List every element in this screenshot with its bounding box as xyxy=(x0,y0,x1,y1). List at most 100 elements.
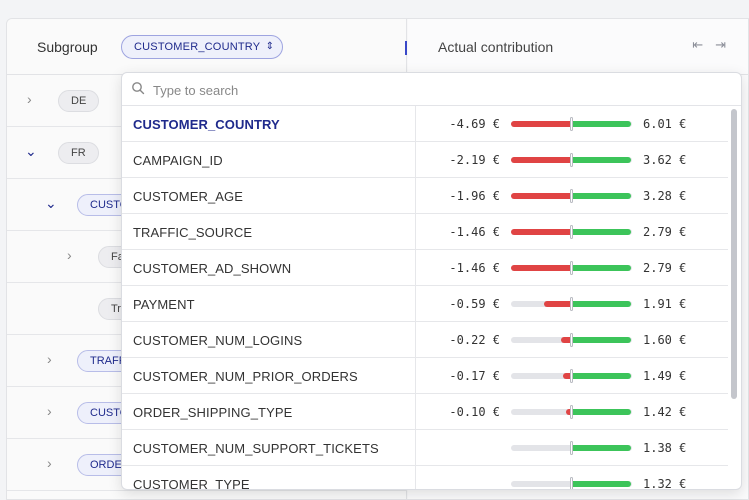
subgroup-dropdown: CUSTOMER_COUNTRY -4.69 € 6.01 € CAMPAIGN_ID… xyxy=(121,72,742,490)
column-divider xyxy=(415,178,416,214)
column-divider xyxy=(415,322,416,358)
option-item[interactable]: TRAFFIC_SOURCE -1.46 € 2.79 € xyxy=(122,214,728,250)
resize-handle[interactable] xyxy=(405,41,407,55)
option-item[interactable]: PAYMENT -0.59 € 1.91 € xyxy=(122,286,728,322)
chevron-down-icon[interactable]: ⌄ xyxy=(25,143,37,160)
positive-contribution: 3.62 € xyxy=(643,153,687,167)
column-divider xyxy=(415,142,416,178)
negative-bar-fill xyxy=(511,193,571,199)
chevron-right-icon[interactable]: › xyxy=(67,247,72,263)
chevron-down-icon[interactable]: ⌄ xyxy=(45,195,57,212)
expand-right-icon[interactable]: ⇥ xyxy=(715,37,726,53)
contribution-bar xyxy=(511,333,632,347)
option-name: CUSTOMER_AD_SHOWN xyxy=(133,261,292,276)
bar-zero-marker xyxy=(570,405,573,419)
bar-zero-marker xyxy=(570,153,573,167)
contribution-bar xyxy=(511,117,632,131)
subgroup-tag: DE xyxy=(58,90,100,112)
positive-bar-fill xyxy=(571,481,631,487)
option-item[interactable]: CUSTOMER_AD_SHOWN -1.46 € 2.79 € xyxy=(122,250,728,286)
search-bar xyxy=(122,73,741,106)
option-name: PAYMENT xyxy=(133,297,195,312)
positive-contribution: 2.79 € xyxy=(643,261,687,275)
negative-contribution: -0.17 € xyxy=(449,369,500,383)
positive-bar-fill xyxy=(571,337,631,343)
search-input[interactable] xyxy=(153,79,713,101)
positive-contribution: 1.42 € xyxy=(643,405,687,419)
search-icon xyxy=(132,82,145,95)
bar-zero-marker xyxy=(570,117,573,131)
negative-contribution: -0.10 € xyxy=(449,405,500,419)
option-item[interactable]: CUSTOMER_COUNTRY -4.69 € 6.01 € xyxy=(122,106,728,142)
negative-contribution: -1.46 € xyxy=(449,261,500,275)
contribution-bar xyxy=(511,261,632,275)
contribution-bar xyxy=(511,405,632,419)
subgroup-select[interactable]: CUSTOMER_COUNTRY ⇕ xyxy=(121,35,284,59)
positive-contribution: 1.32 € xyxy=(643,477,687,490)
option-name: CAMPAIGN_ID xyxy=(133,153,223,168)
positive-bar-fill xyxy=(571,301,631,307)
positive-bar-fill xyxy=(571,193,631,199)
column-divider xyxy=(415,106,416,142)
actual-contribution-label: Actual contribution xyxy=(438,39,554,55)
negative-contribution: -1.46 € xyxy=(449,225,500,239)
option-item[interactable]: CAMPAIGN_ID -2.19 € 3.62 € xyxy=(122,142,728,178)
negative-bar-fill xyxy=(511,229,571,235)
chevron-up-down-icon: ⇕ xyxy=(265,41,275,52)
positive-contribution: 1.91 € xyxy=(643,297,687,311)
positive-contribution: 1.60 € xyxy=(643,333,687,347)
chevron-right-icon[interactable]: › xyxy=(47,351,52,367)
positive-bar-fill xyxy=(571,445,631,451)
negative-contribution: -0.59 € xyxy=(449,297,500,311)
bar-zero-marker xyxy=(570,297,573,311)
option-item[interactable]: ORDER_SHIPPING_TYPE -0.10 € 1.42 € xyxy=(122,394,728,430)
chevron-right-icon[interactable]: › xyxy=(27,91,32,107)
option-name: CUSTOMER_TYPE xyxy=(133,477,250,490)
option-item[interactable]: CUSTOMER_TYPE 1.32 € xyxy=(122,466,728,490)
option-name: CUSTOMER_AGE xyxy=(133,189,244,204)
scrollbar-thumb[interactable] xyxy=(731,109,737,399)
bar-zero-marker xyxy=(570,261,573,275)
negative-bar-fill xyxy=(511,265,571,271)
negative-bar-fill xyxy=(511,121,571,127)
column-divider xyxy=(415,286,416,322)
option-list: CUSTOMER_COUNTRY -4.69 € 6.01 € CAMPAIGN_ID… xyxy=(122,106,728,490)
option-item[interactable]: CUSTOMER_NUM_LOGINS -0.22 € 1.60 € xyxy=(122,322,728,358)
panel-controls: ⇤ ⇥ xyxy=(692,37,726,53)
negative-contribution: -1.96 € xyxy=(449,189,500,203)
bar-zero-marker xyxy=(570,477,573,489)
contribution-bar xyxy=(511,189,632,203)
negative-contribution: -0.22 € xyxy=(449,333,500,347)
positive-contribution: 6.01 € xyxy=(643,117,687,131)
option-item[interactable]: CUSTOMER_AGE -1.96 € 3.28 € xyxy=(122,178,728,214)
positive-bar-fill xyxy=(571,373,631,379)
scrollbar[interactable] xyxy=(730,109,738,483)
negative-bar-fill xyxy=(544,301,571,307)
option-item[interactable]: CUSTOMER_NUM_SUPPORT_TICKETS 1.38 € xyxy=(122,430,728,466)
positive-bar-fill xyxy=(571,265,631,271)
option-item[interactable]: CUSTOMER_NUM_PRIOR_ORDERS -0.17 € 1.49 € xyxy=(122,358,728,394)
column-divider xyxy=(415,214,416,250)
contribution-bar xyxy=(511,477,632,489)
option-name: TRAFFIC_SOURCE xyxy=(133,225,253,240)
option-name: CUSTOMER_NUM_SUPPORT_TICKETS xyxy=(133,441,379,456)
negative-bar-fill xyxy=(511,157,571,163)
column-divider xyxy=(415,430,416,466)
option-name: CUSTOMER_NUM_PRIOR_ORDERS xyxy=(133,369,358,384)
chevron-right-icon[interactable]: › xyxy=(47,455,52,471)
contribution-bar xyxy=(511,441,632,455)
subgroup-label: Subgroup xyxy=(37,39,98,55)
bar-zero-marker xyxy=(570,189,573,203)
positive-bar-fill xyxy=(571,121,631,127)
positive-bar-fill xyxy=(571,229,631,235)
option-name: CUSTOMER_COUNTRY xyxy=(133,117,280,132)
option-name: CUSTOMER_NUM_LOGINS xyxy=(133,333,303,348)
right-header: Actual contribution ⇤ ⇥ xyxy=(408,19,748,75)
subgroup-select-value: CUSTOMER_COUNTRY xyxy=(134,41,261,53)
collapse-left-icon[interactable]: ⇤ xyxy=(692,37,703,53)
column-divider xyxy=(415,394,416,430)
positive-contribution: 1.38 € xyxy=(643,441,687,455)
chevron-right-icon[interactable]: › xyxy=(47,403,52,419)
bar-zero-marker xyxy=(570,225,573,239)
contribution-bar xyxy=(511,297,632,311)
